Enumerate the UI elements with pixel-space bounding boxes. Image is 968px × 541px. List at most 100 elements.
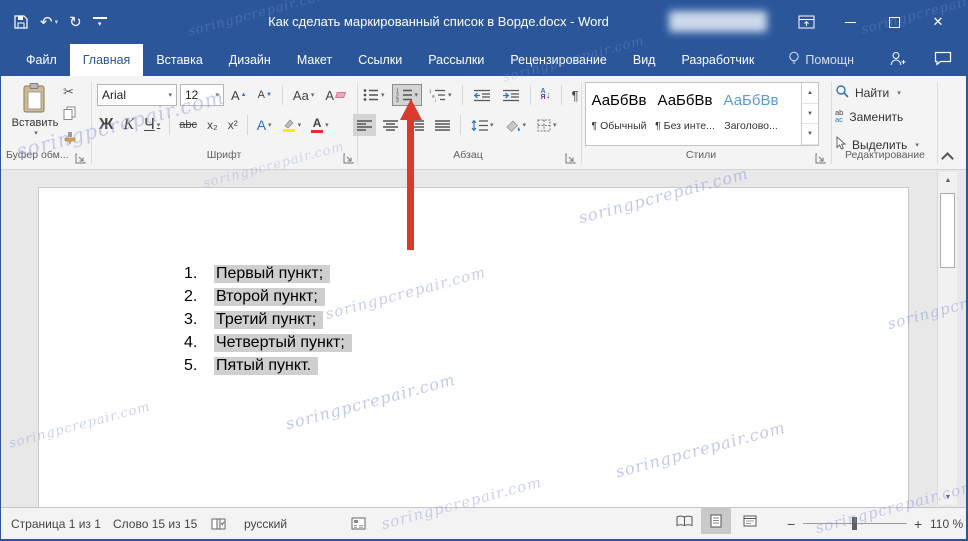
justify-button[interactable] [431,114,454,136]
page-count-status[interactable]: Страница 1 из 1 [11,508,101,539]
list-item[interactable]: 5.Пятый пункт. [184,354,352,377]
subscript-button[interactable]: x₂ [203,114,222,136]
italic-button[interactable]: К [119,114,138,136]
chevron-down-icon[interactable]: ▾ [415,91,419,99]
tab-mailings[interactable]: Рассылки [415,44,497,76]
text-effects-button[interactable]: А▾ [253,114,276,136]
list-item[interactable]: 3.Третий пункт; [184,308,352,331]
zoom-out-button[interactable]: − [787,508,795,539]
comments-icon[interactable] [934,51,952,69]
document-page[interactable]: 1.Первый пункт; 2.Второй пункт; 3.Третий… [38,187,909,507]
strikethrough-button[interactable]: abc [175,114,201,136]
line-spacing-button[interactable]: ▾ [467,114,498,136]
replace-button[interactable]: abac Заменить [835,110,903,124]
redo-button[interactable]: ↻ [69,15,82,30]
zoom-slider-thumb[interactable] [852,517,857,530]
tab-design[interactable]: Дизайн [216,44,284,76]
undo-dropdown-icon[interactable]: ▾ [55,19,59,26]
clear-formatting-button[interactable]: А [321,84,349,106]
scroll-down-icon[interactable]: ▼ [938,489,958,505]
macro-record-icon[interactable] [351,508,366,539]
tab-developer[interactable]: Разработчик [668,44,767,76]
tab-view[interactable]: Вид [620,44,669,76]
change-case-button[interactable]: Aa▾ [289,84,318,106]
chevron-down-icon[interactable]: ▾ [915,141,919,149]
font-size-combobox[interactable]: 12▾ [180,84,224,106]
cut-icon[interactable]: ✂ [63,84,77,100]
proofing-status-icon[interactable] [211,508,226,539]
styles-dialog-launcher-icon[interactable] [815,151,826,169]
ribbon-display-options-button[interactable] [784,0,828,44]
paragraph-dialog-launcher-icon[interactable] [565,151,576,169]
close-button[interactable]: ✕ [916,0,960,44]
undo-button[interactable]: ↶▾ [40,15,58,30]
align-center-button[interactable] [379,114,402,136]
vertical-scrollbar[interactable]: ▲ ▼ [937,172,957,505]
zoom-in-button[interactable]: + [914,508,922,539]
styles-scroll-up-icon[interactable]: ▲ [802,83,818,104]
style-heading1[interactable]: АаБбВв Заголово... [718,83,784,145]
paste-dropdown-icon[interactable]: ▾ [34,129,38,137]
multilevel-list-button[interactable]: 1ai▾ [425,84,456,106]
bold-button[interactable]: Ж [95,114,117,136]
superscript-button[interactable]: x² [224,114,242,136]
style-normal[interactable]: АаБбВв ¶ Обычный [586,83,652,145]
style-no-spacing[interactable]: АаБбВв ¶ Без инте... [652,83,718,145]
scrollbar-thumb[interactable] [940,193,955,268]
print-layout-view-button[interactable] [701,508,731,534]
increase-indent-button[interactable] [498,84,524,106]
list-item[interactable]: 4.Четвертый пункт; [184,331,352,354]
format-painter-icon[interactable] [63,131,77,150]
web-layout-view-button[interactable] [735,508,765,534]
sign-in-person-icon[interactable] [889,51,906,70]
tab-file[interactable]: Файл [13,44,70,76]
list-item[interactable]: 1.Первый пункт; [184,262,352,285]
font-dialog-launcher-icon[interactable] [343,151,354,169]
chevron-down-icon[interactable]: ▾ [268,121,272,129]
scroll-up-icon[interactable]: ▲ [938,172,958,188]
font-color-button[interactable]: А ▾ [307,114,333,136]
read-mode-view-button[interactable] [669,508,699,534]
chevron-down-icon[interactable]: ▾ [897,89,901,97]
tab-tell-me[interactable]: Помощн [775,44,867,76]
tab-review[interactable]: Рецензирование [497,44,620,76]
chevron-down-icon[interactable]: ▾ [298,121,302,129]
zoom-level[interactable]: 110 % [930,508,963,539]
styles-scroll-down-icon[interactable]: ▼ [802,104,818,125]
bullets-button[interactable]: ▾ [359,84,389,106]
minimize-button[interactable] [828,0,872,44]
list-item[interactable]: 2.Второй пункт; [184,285,352,308]
language-status[interactable]: русский [244,508,287,539]
collapse-ribbon-icon[interactable] [941,152,954,165]
shrink-font-button[interactable]: А▼ [254,84,276,106]
word-count-status[interactable]: Слово 15 из 15 [113,508,197,539]
shading-button[interactable]: ▾ [501,114,531,136]
clipboard-dialog-launcher-icon[interactable] [75,151,86,169]
tab-layout[interactable]: Макет [284,44,345,76]
tab-home[interactable]: Главная [70,44,144,76]
show-paragraph-marks-button[interactable]: ¶ [568,84,583,106]
chevron-down-icon[interactable]: ▾ [325,121,329,129]
find-button[interactable]: Найти ▾ [835,84,901,101]
styles-more-icon[interactable]: ▼ [802,124,818,145]
tab-references[interactable]: Ссылки [345,44,415,76]
underline-button[interactable]: Ч▾ [140,114,164,136]
copy-icon[interactable] [63,106,77,125]
chevron-down-icon[interactable]: ▾ [157,121,161,129]
chevron-down-icon[interactable]: ▾ [381,91,385,99]
tab-insert[interactable]: Вставка [143,44,215,76]
maximize-button[interactable] [872,0,916,44]
chevron-down-icon[interactable]: ▾ [448,91,452,99]
grow-font-button[interactable]: А▲ [227,84,251,106]
save-icon[interactable] [13,14,29,30]
decrease-indent-button[interactable] [469,84,495,106]
align-left-button[interactable] [353,114,376,136]
customize-qat-icon[interactable]: ▾ [93,17,107,28]
sort-button[interactable]: АЯ↓ [537,84,555,106]
chevron-down-icon[interactable]: ▾ [553,121,557,129]
font-name-combobox[interactable]: Arial▾ [97,84,177,106]
highlight-color-button[interactable]: ▾ [278,114,306,136]
borders-button[interactable]: ▾ [533,114,561,136]
chevron-down-icon[interactable]: ▾ [523,121,527,129]
chevron-down-icon[interactable]: ▾ [490,121,494,129]
